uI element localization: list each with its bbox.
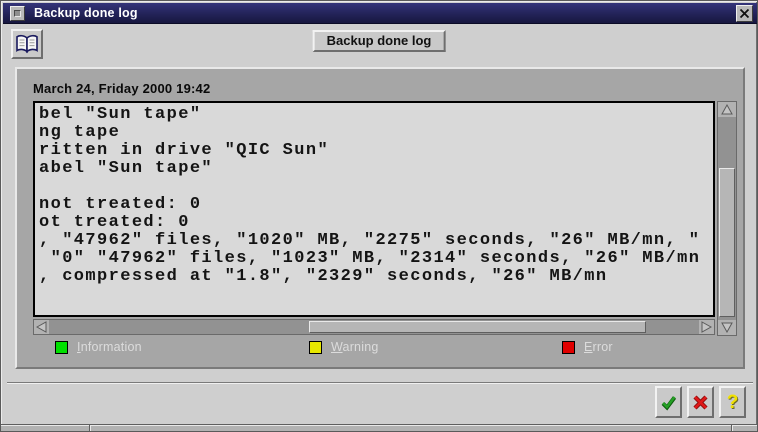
vertical-scroll-thumb[interactable] [719, 168, 735, 317]
log-line: ot treated: 0 [39, 214, 713, 232]
log-line: "0" "47962" files, "1023" MB, "2314" sec… [39, 250, 713, 268]
log-book-button[interactable] [11, 29, 43, 59]
arrow-up-icon [721, 104, 733, 115]
legend-information-label: Information [77, 340, 142, 354]
log-panel: March 24, Friday 2000 19:42 bel "Sun tap… [15, 67, 745, 369]
error-swatch-icon [562, 341, 575, 354]
arrow-left-icon [36, 321, 47, 333]
window-menu-button[interactable] [10, 6, 25, 21]
legend-error-label: Error [584, 340, 613, 354]
scroll-down-button[interactable] [718, 320, 736, 335]
button-bar-separator [7, 382, 753, 383]
log-line: , compressed at "1.8", "2329" seconds, "… [39, 268, 713, 286]
warning-swatch-icon [309, 341, 322, 354]
log-line [39, 178, 713, 196]
arrow-right-icon [701, 321, 712, 333]
legend-warning-label: Warning [331, 340, 379, 354]
titlebar[interactable]: Backup done log [3, 3, 757, 24]
vertical-scrollbar[interactable] [717, 101, 737, 336]
legend-warning[interactable]: Warning [309, 340, 379, 354]
resize-notch [89, 425, 90, 432]
horizontal-scroll-thumb[interactable] [309, 321, 646, 333]
open-book-icon [15, 34, 39, 54]
log-line: abel "Sun tape" [39, 160, 713, 178]
resize-notch [731, 425, 732, 432]
horizontal-scrollbar[interactable] [33, 319, 715, 335]
log-line: , "47962" files, "1020" MB, "2275" secon… [39, 232, 713, 250]
window-title: Backup done log [34, 3, 138, 24]
question-icon: ? [727, 393, 739, 412]
log-timestamp: March 24, Friday 2000 19:42 [33, 81, 210, 96]
log-line: not treated: 0 [39, 196, 713, 214]
ok-button[interactable] [655, 386, 682, 418]
legend-information[interactable]: Information [55, 340, 142, 354]
scroll-left-button[interactable] [34, 320, 49, 334]
window-menu-icon [14, 10, 21, 17]
log-line: bel "Sun tape" [39, 106, 713, 124]
cross-icon [692, 394, 709, 411]
legend-error[interactable]: Error [562, 340, 613, 354]
help-button[interactable]: ? [719, 386, 746, 418]
backup-done-log-window: Backup done log Backup done log March 24… [0, 0, 758, 432]
check-icon [660, 394, 677, 411]
scroll-right-button[interactable] [699, 320, 714, 334]
view-title-button[interactable]: Backup done log [313, 30, 446, 52]
log-line: ng tape [39, 124, 713, 142]
cancel-button[interactable] [687, 386, 714, 418]
close-button[interactable] [736, 5, 753, 22]
arrow-down-icon [721, 322, 733, 333]
window-resize-frame[interactable] [1, 424, 758, 432]
log-line: ritten in drive "QIC Sun" [39, 142, 713, 160]
scroll-up-button[interactable] [718, 102, 736, 117]
log-text-area[interactable]: bel "Sun tape" ng tape ritten in drive "… [33, 101, 715, 317]
information-swatch-icon [55, 341, 68, 354]
close-icon [739, 8, 750, 19]
